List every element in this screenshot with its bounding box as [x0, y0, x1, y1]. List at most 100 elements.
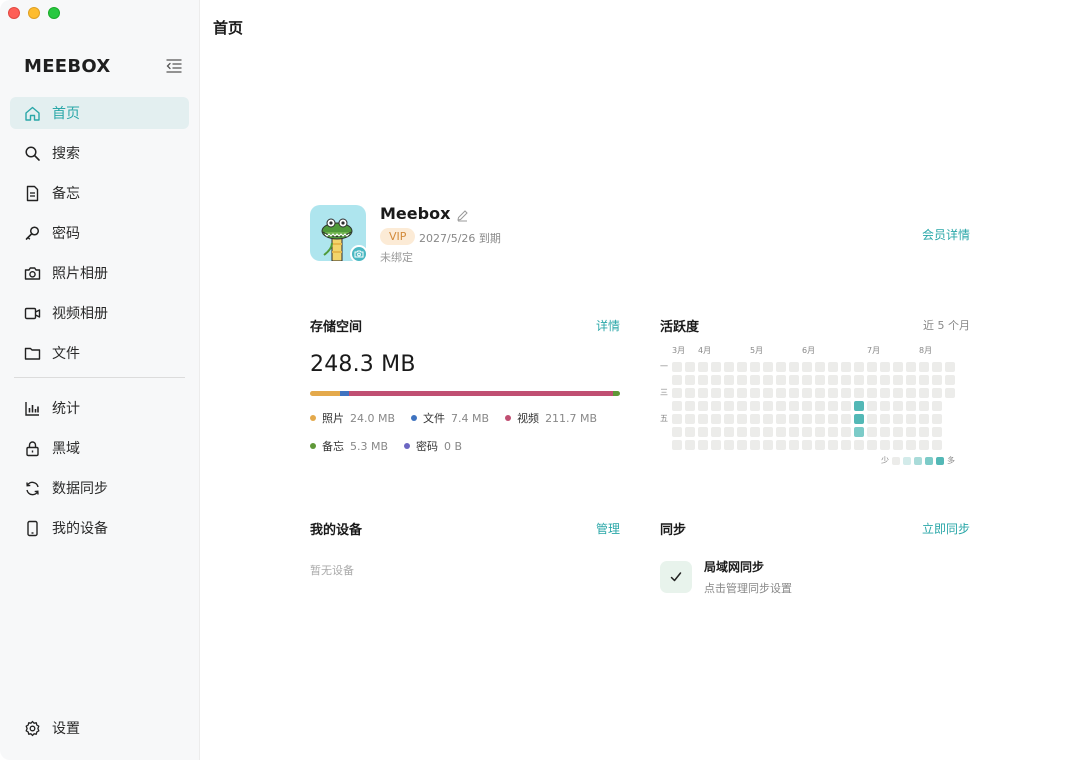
- heatmap-cell: [828, 414, 838, 424]
- heatmap-cell: [841, 388, 851, 398]
- lock-icon: [24, 440, 41, 457]
- member-details-link[interactable]: 会员详情: [922, 226, 970, 243]
- heatmap-cell: [711, 362, 721, 372]
- heatmap-cell: [815, 427, 825, 437]
- sidebar-item-home[interactable]: 首页: [10, 97, 189, 129]
- sidebar-item-memo[interactable]: 备忘: [10, 177, 189, 209]
- heatmap-cell: [776, 427, 786, 437]
- heatmap-cell: [854, 440, 864, 450]
- sidebar-item-photos[interactable]: 照片相册: [10, 257, 189, 289]
- heatmap-cell: [854, 388, 864, 398]
- heatmap-cell: [763, 414, 773, 424]
- legend-dot: [411, 415, 418, 421]
- avatar-camera-icon[interactable]: [350, 245, 368, 263]
- maximize-window-button[interactable]: [48, 7, 60, 19]
- storage-details-link[interactable]: 详情: [596, 317, 620, 334]
- sidebar-item-label: 备忘: [52, 186, 80, 202]
- heatmap-cell: [672, 427, 682, 437]
- settings-area: 设置: [10, 712, 189, 752]
- heatmap-cell: [932, 440, 942, 450]
- heatmap-cell: [685, 427, 695, 437]
- storage-card: 存储空间 详情 248.3 MB 照片 24.0 MB 文件 7.4 MB 视频 211.…: [310, 316, 620, 454]
- profile-section: Meebox VIP 2027/5/26 到期 未绑定 会员详情: [310, 204, 970, 274]
- memo-icon: [24, 185, 41, 202]
- sidebar-item-settings[interactable]: 设置: [10, 712, 189, 744]
- heatmap-cell: [815, 388, 825, 398]
- sidebar-item-label: 首页: [52, 106, 80, 122]
- collapse-sidebar-icon[interactable]: [165, 58, 183, 74]
- heatmap-cell: [698, 427, 708, 437]
- sync-now-link[interactable]: 立即同步: [922, 520, 970, 537]
- sync-icon: [24, 480, 41, 497]
- sidebar-item-blackzone[interactable]: 黑域: [10, 432, 189, 464]
- legend-more-label: 多: [947, 456, 955, 465]
- sidebar-item-mydevices[interactable]: 我的设备: [10, 512, 189, 544]
- lan-sync-item[interactable]: 局域网同步 点击管理同步设置: [660, 558, 792, 596]
- heatmap-cell: [867, 362, 877, 372]
- heatmap-cell: [789, 375, 799, 385]
- heatmap-cell: [802, 388, 812, 398]
- legend-value: 5.3 MB: [350, 439, 389, 453]
- storage-title: 存储空间: [310, 320, 363, 335]
- sidebar-item-files[interactable]: 文件: [10, 337, 189, 369]
- heatmap-cell: [802, 401, 812, 411]
- heatmap-cell: [828, 401, 838, 411]
- heatmap-cell: [880, 362, 890, 372]
- sidebar-item-datasync[interactable]: 数据同步: [10, 472, 189, 504]
- heatmap-cell: [802, 427, 812, 437]
- sidebar-item-password[interactable]: 密码: [10, 217, 189, 249]
- manage-devices-link[interactable]: 管理: [596, 520, 620, 537]
- legend-value: 211.7 MB: [545, 411, 598, 425]
- sidebar-item-label: 密码: [52, 226, 80, 242]
- legend-value: 24.0 MB: [350, 411, 396, 425]
- heatmap-cell: [802, 440, 812, 450]
- page-title: 首页: [213, 19, 244, 37]
- heatmap-cell: [724, 388, 734, 398]
- storage-bar-segment: [613, 391, 620, 396]
- close-window-button[interactable]: [8, 7, 20, 19]
- heatmap-cell: [672, 362, 682, 372]
- sidebar-item-search[interactable]: 搜索: [10, 137, 189, 169]
- heatmap-cell: [776, 414, 786, 424]
- edit-name-icon[interactable]: [456, 207, 469, 222]
- video-icon: [24, 305, 41, 322]
- heatmap-cell: [815, 362, 825, 372]
- heatmap-cell: [763, 427, 773, 437]
- storage-legend-item: 视频 211.7 MB: [505, 410, 597, 426]
- storage-legend-item: 照片 24.0 MB: [310, 410, 395, 426]
- heatmap-cell: [880, 401, 890, 411]
- heatmap-cell: [828, 362, 838, 372]
- sidebar-item-stats[interactable]: 统计: [10, 392, 189, 424]
- heatmap-cell: [672, 401, 682, 411]
- search-icon: [24, 145, 41, 162]
- heatmap-cell: [841, 440, 851, 450]
- sidebar-item-label: 搜索: [52, 146, 80, 162]
- vip-expire-date: 2027/5/26 到期: [419, 232, 501, 245]
- heatmap-cell: [763, 401, 773, 411]
- heatmap-cell: [828, 375, 838, 385]
- minimize-window-button[interactable]: [28, 7, 40, 19]
- sidebar-item-videos[interactable]: 视频相册: [10, 297, 189, 329]
- heatmap-cell: [750, 362, 760, 372]
- settings-label: 设置: [52, 721, 80, 737]
- month-label: 4月: [698, 346, 712, 355]
- heatmap-cell: [737, 414, 747, 424]
- heatmap-cell: [854, 427, 864, 437]
- heatmap-cell: [945, 388, 955, 398]
- heatmap-cell: [789, 401, 799, 411]
- heatmap-cell: [724, 414, 734, 424]
- heatmap-cell: [763, 388, 773, 398]
- heatmap-cell: [828, 388, 838, 398]
- month-label: 7月: [867, 346, 881, 355]
- heatmap-cell: [815, 401, 825, 411]
- camera-icon: [24, 265, 41, 282]
- heatmap-cell: [711, 375, 721, 385]
- heatmap-cell: [841, 401, 851, 411]
- heatmap-cell: [737, 440, 747, 450]
- heatmap-cell: [711, 427, 721, 437]
- heatmap-cell: [815, 375, 825, 385]
- heatmap-cell: [685, 414, 695, 424]
- sidebar: MEEBOX 首页 搜索 备忘 密码 照片相册 视频相册 文件 统计 黑域 数据…: [0, 0, 200, 760]
- heatmap-cell: [893, 440, 903, 450]
- heatmap-cell: [932, 362, 942, 372]
